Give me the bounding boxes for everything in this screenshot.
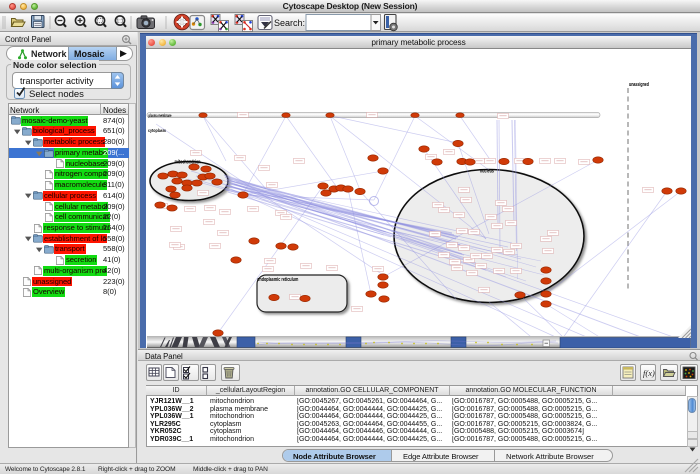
svg-text:1:1: 1:1 [116,19,123,25]
svg-text:nucleus: nucleus [480,169,494,175]
svg-text:endoplasmic reticulum: endoplasmic reticulum [257,277,298,283]
svg-text:f(x): f(x) [643,368,655,378]
svg-text:Search:: Search: [274,18,305,28]
svg-text:unassigned: unassigned [629,82,649,88]
svg-text:plasma membrane: plasma membrane [149,113,172,118]
